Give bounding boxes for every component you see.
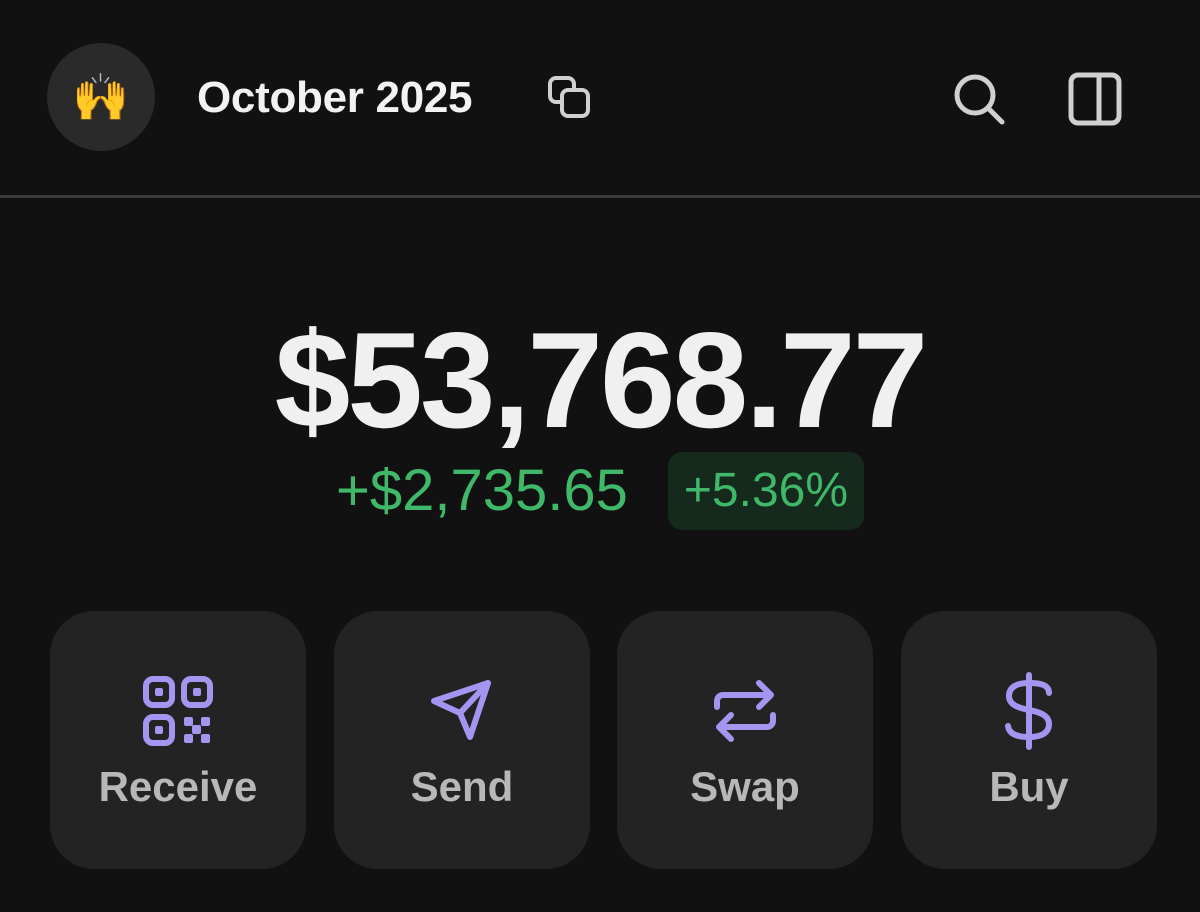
change-amount: +$2,735.65 [335,458,628,523]
balance-change: +$2,735.65 +5.36% [0,452,1200,530]
swap-icon [714,680,776,742]
send-icon [431,680,491,740]
side-panel-button[interactable] [1062,66,1128,132]
dollar-icon [1005,672,1053,750]
total-balance: $53,768.77 [274,304,929,456]
header: 🙌 October 2025 [0,0,1200,196]
receive-button[interactable]: Receive [50,611,306,869]
raising-hands-emoji: 🙌 [72,70,130,124]
buy-label: Buy [989,763,1069,810]
sidebar-panel-icon [1068,72,1122,126]
copy-icon [548,76,590,118]
action-buttons: Receive Send Swap Buy [50,611,1158,869]
receive-label: Receive [98,763,258,810]
change-percent-badge: +5.36% [667,452,865,530]
send-label: Send [410,763,514,810]
search-button[interactable] [946,66,1012,132]
swap-button[interactable]: Swap [617,611,873,869]
send-button[interactable]: Send [334,611,590,869]
header-divider [0,195,1200,198]
wallet-home: 🙌 October 2025 $53,768.77 +$2,735.65 +5.… [0,0,1200,912]
qr-code-icon [143,676,213,746]
account-name[interactable]: October 2025 [197,70,473,126]
search-icon [954,74,1005,125]
account-avatar[interactable]: 🙌 [47,43,155,151]
copy-address-button[interactable] [540,70,596,126]
swap-label: Swap [690,763,800,810]
buy-button[interactable]: Buy [901,611,1157,869]
